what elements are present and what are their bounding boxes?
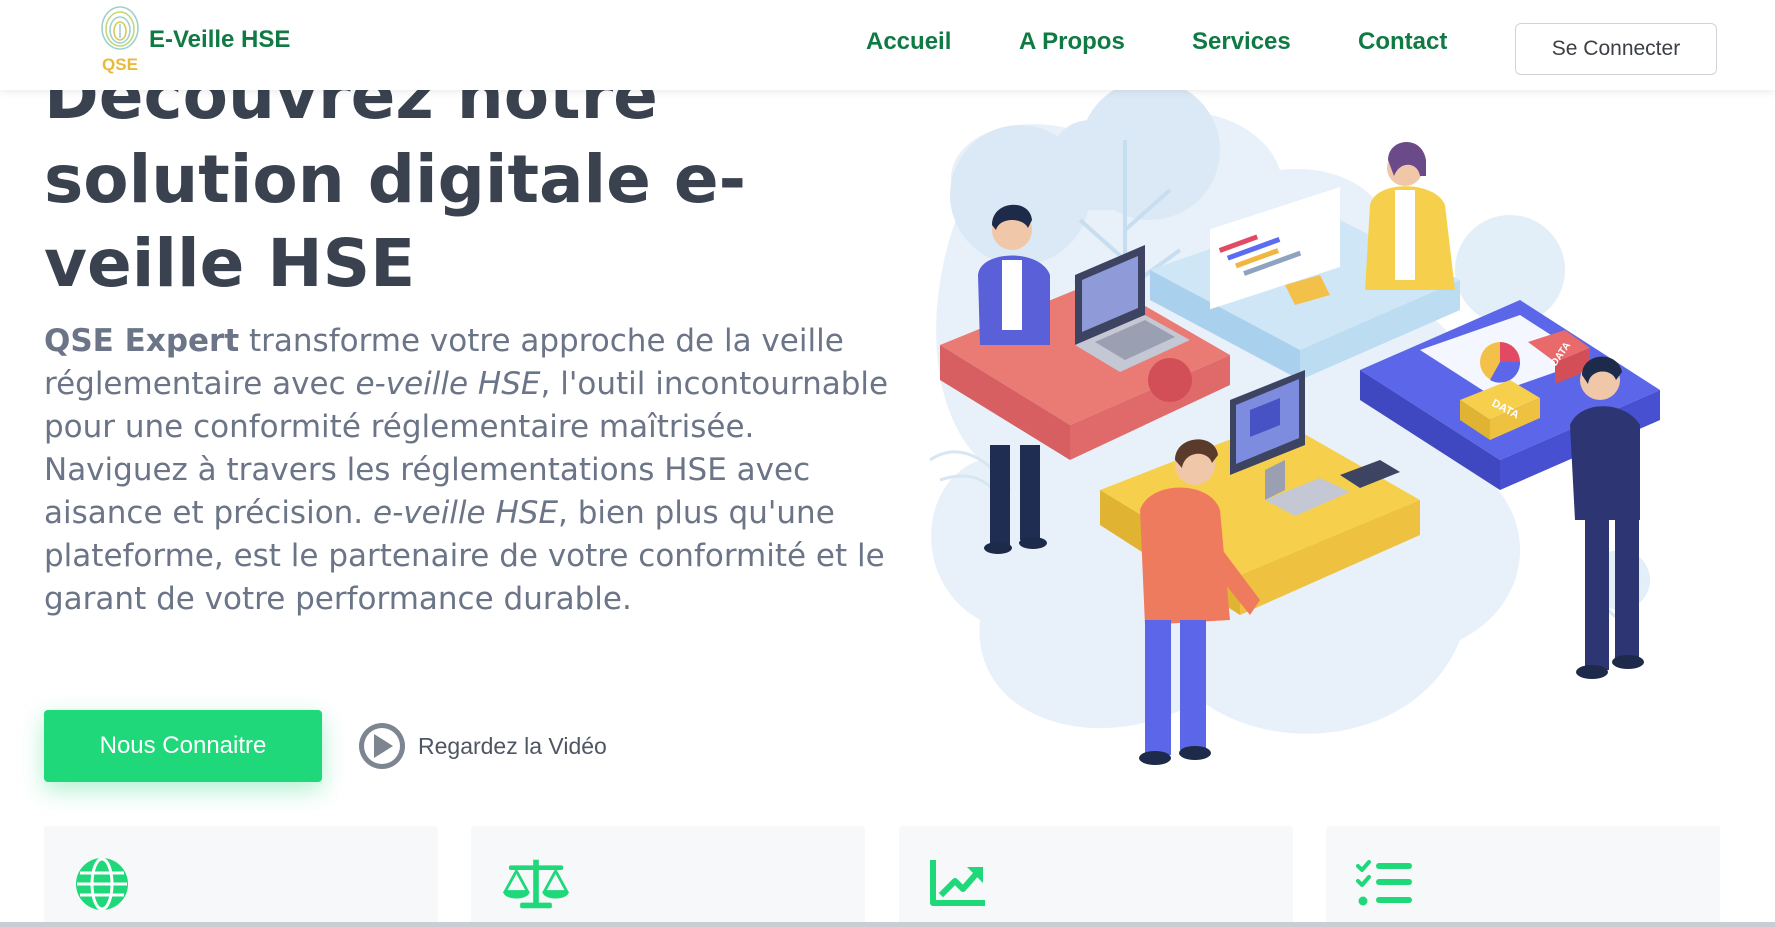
product-name: e-veille HSE xyxy=(373,495,559,531)
nav-services[interactable]: Services xyxy=(1192,28,1291,56)
nav-contact[interactable]: Contact xyxy=(1358,28,1447,56)
person-woman xyxy=(1365,141,1455,290)
hero-description: QSE Expert transforme votre approche de … xyxy=(44,320,889,621)
nav-accueil[interactable]: Accueil xyxy=(866,28,951,56)
window-bottom-edge xyxy=(0,922,1775,927)
product-name: e-veille HSE xyxy=(355,366,541,402)
checklist-icon xyxy=(1356,860,1412,906)
logo-text: QSE xyxy=(102,55,138,74)
watch-video-link[interactable]: Regardez la Vidéo xyxy=(359,722,607,770)
globe-icon xyxy=(76,857,128,911)
chart-line-icon xyxy=(930,860,985,906)
feature-card-compliance[interactable] xyxy=(1326,826,1720,927)
video-label: Regardez la Vidéo xyxy=(418,732,607,759)
company-name: QSE Expert xyxy=(44,323,240,359)
feature-card-global[interactable] xyxy=(44,826,438,927)
qse-logo[interactable]: QSE xyxy=(96,4,144,76)
feature-card-performance[interactable] xyxy=(899,826,1293,927)
play-icon[interactable] xyxy=(359,723,405,769)
site-header: QSE E-Veille HSE Accueil A Propos Servic… xyxy=(0,0,1775,90)
puzzle-team-illustration: DATA DATA xyxy=(929,80,1660,765)
nous-connaitre-button[interactable]: Nous Connaitre xyxy=(44,710,322,782)
login-button[interactable]: Se Connecter xyxy=(1515,23,1717,75)
landing-page: Découvrez notre solution digitale e-veil… xyxy=(0,0,1775,927)
nav-a-propos[interactable]: A Propos xyxy=(1019,28,1125,56)
hero-title: Découvrez notre solution digitale e-veil… xyxy=(44,57,747,302)
balance-scale-icon xyxy=(502,859,570,909)
feature-card-legal[interactable] xyxy=(471,826,865,927)
brand-name[interactable]: E-Veille HSE xyxy=(149,26,290,54)
